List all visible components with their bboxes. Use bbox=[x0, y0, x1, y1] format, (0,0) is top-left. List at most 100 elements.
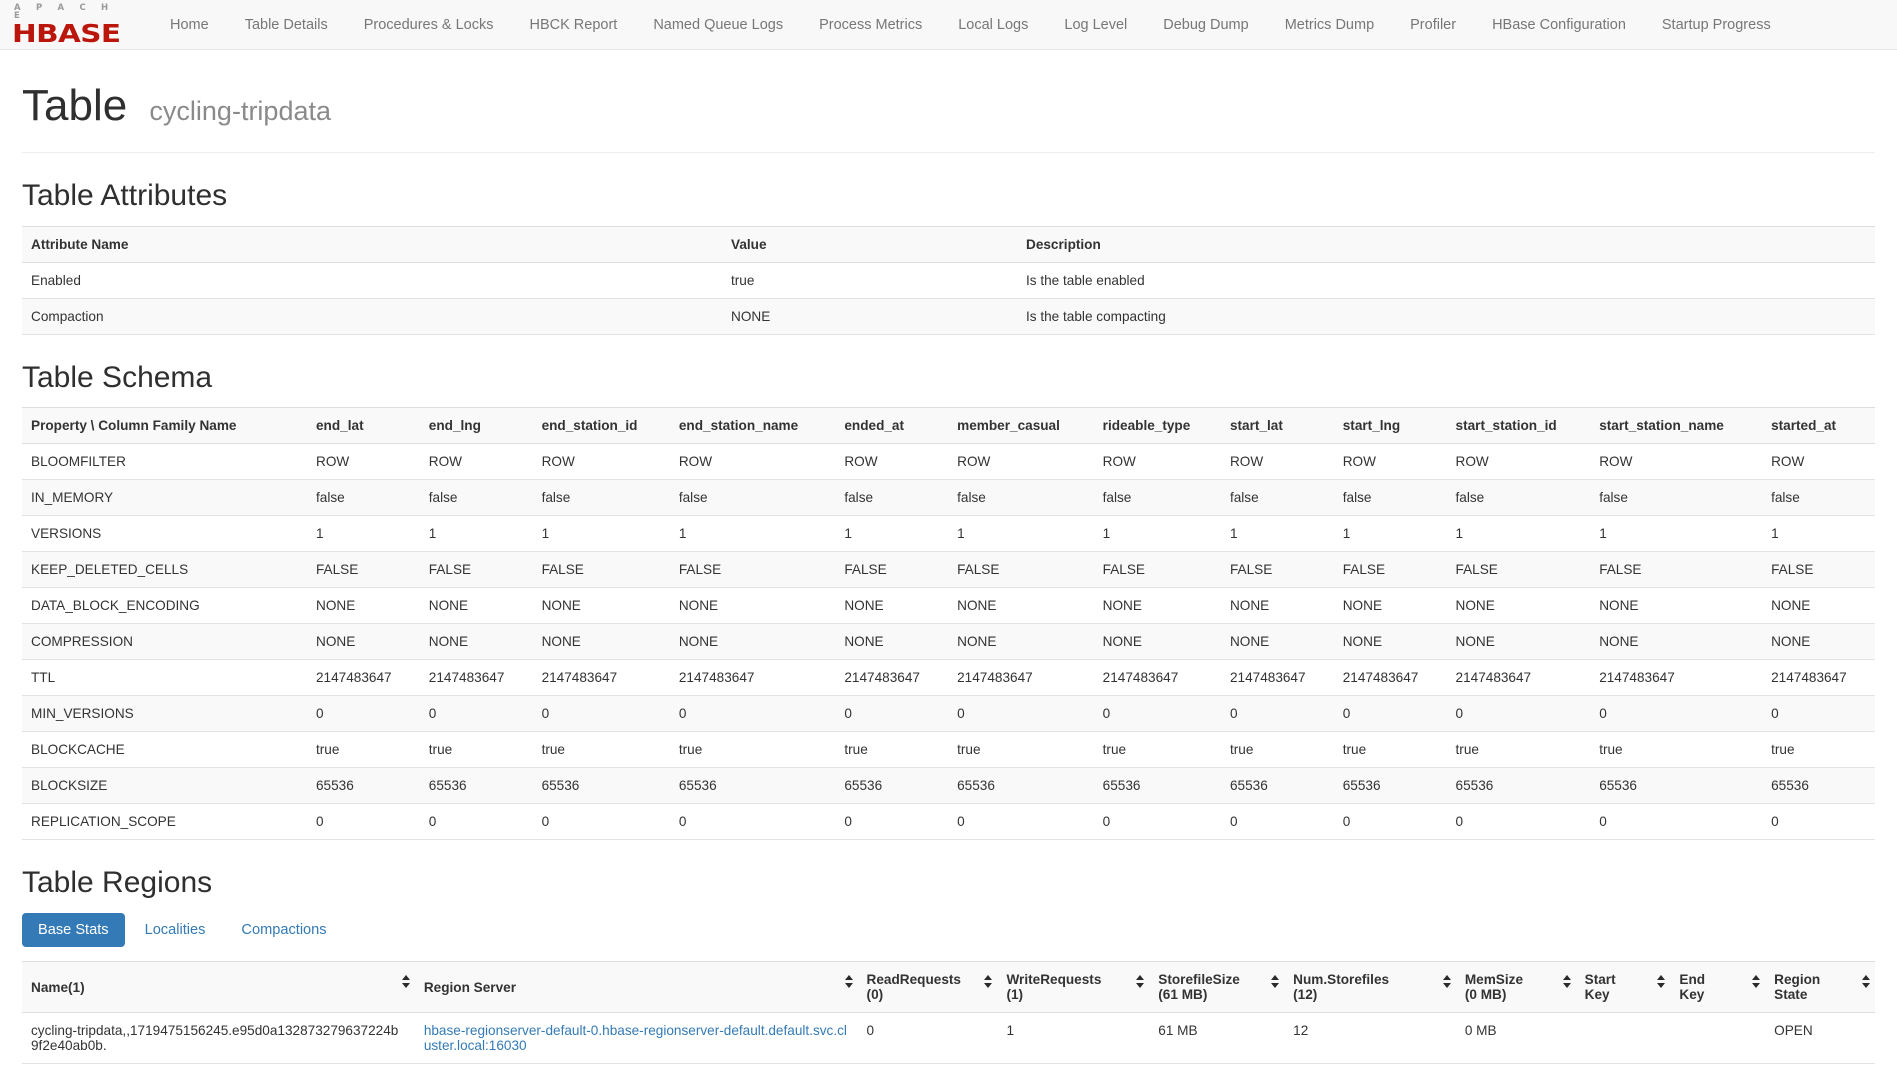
schema-cell: 2147483647 bbox=[948, 660, 1094, 696]
schema-cell: NONE bbox=[1447, 624, 1591, 660]
sort-toggle-icon[interactable] bbox=[1270, 975, 1280, 991]
schema-cell: NONE bbox=[1334, 624, 1447, 660]
schema-cell: true bbox=[1221, 732, 1334, 768]
nav-link-startup-progress[interactable]: Startup Progress bbox=[1644, 0, 1789, 50]
tab-localities[interactable]: Localities bbox=[129, 913, 222, 948]
schema-cell: ROW bbox=[1094, 444, 1221, 480]
schema-property-name: BLOCKCACHE bbox=[22, 732, 307, 768]
sort-toggle-icon[interactable] bbox=[1861, 975, 1871, 991]
schema-cell: ROW bbox=[1221, 444, 1334, 480]
schema-cell: 65536 bbox=[307, 768, 420, 804]
col-mem-size[interactable]: MemSize(0 MB) bbox=[1456, 962, 1576, 1013]
tab-compactions[interactable]: Compactions bbox=[225, 913, 342, 948]
schema-cell: 0 bbox=[1590, 804, 1762, 840]
schema-cell: NONE bbox=[1221, 588, 1334, 624]
table-row: TTL2147483647214748364721474836472147483… bbox=[22, 660, 1875, 696]
schema-cell: 1 bbox=[420, 516, 533, 552]
schema-cell: true bbox=[670, 732, 836, 768]
schema-cell: 2147483647 bbox=[533, 660, 670, 696]
schema-cell: NONE bbox=[420, 588, 533, 624]
col-end-key-label: End bbox=[1679, 972, 1756, 987]
schema-cell: 0 bbox=[307, 804, 420, 840]
col-end-key[interactable]: EndKey bbox=[1670, 962, 1765, 1013]
table-row: DATA_BLOCK_ENCODINGNONENONENONENONENONEN… bbox=[22, 588, 1875, 624]
nav-link-debug-dump[interactable]: Debug Dump bbox=[1145, 0, 1266, 50]
nav-link-metrics-dump[interactable]: Metrics Dump bbox=[1267, 0, 1392, 50]
col-num-storefiles[interactable]: Num.Storefiles(12) bbox=[1284, 962, 1456, 1013]
schema-cell: 2147483647 bbox=[1762, 660, 1875, 696]
nav-link-profiler[interactable]: Profiler bbox=[1392, 0, 1474, 50]
schema-property-name: TTL bbox=[22, 660, 307, 696]
nav-link-log-level[interactable]: Log Level bbox=[1046, 0, 1145, 50]
nav-link-hbck-report[interactable]: HBCK Report bbox=[511, 0, 635, 50]
page-title: Table cycling-tripdata bbox=[22, 82, 1875, 130]
sort-toggle-icon[interactable] bbox=[1751, 975, 1761, 991]
schema-cell: NONE bbox=[1094, 588, 1221, 624]
nav-link-table-details[interactable]: Table Details bbox=[227, 0, 346, 50]
cell-start-key bbox=[1576, 1013, 1671, 1064]
schema-cell: NONE bbox=[1221, 624, 1334, 660]
col-storefile-size[interactable]: StorefileSize(61 MB) bbox=[1149, 962, 1284, 1013]
col-region-server[interactable]: Region Server bbox=[415, 962, 858, 1013]
schema-cell: FALSE bbox=[1762, 552, 1875, 588]
schema-cell: ROW bbox=[670, 444, 836, 480]
schema-cell: true bbox=[1094, 732, 1221, 768]
schema-cell: 65536 bbox=[1447, 768, 1591, 804]
table-attributes-header-row: Attribute Name Value Description bbox=[22, 226, 1875, 262]
schema-cell: 0 bbox=[670, 804, 836, 840]
schema-cell: FALSE bbox=[1094, 552, 1221, 588]
schema-cell: 65536 bbox=[1334, 768, 1447, 804]
col-read-requests[interactable]: ReadRequests(0) bbox=[858, 962, 998, 1013]
navbar-links: Home Table Details Procedures & Locks HB… bbox=[152, 0, 1789, 50]
sort-toggle-icon[interactable] bbox=[1135, 975, 1145, 991]
table-regions-head: Name(1)Region ServerReadRequests(0)Write… bbox=[22, 962, 1875, 1013]
nav-link-home[interactable]: Home bbox=[152, 0, 227, 50]
col-family-end_station_name: end_station_name bbox=[670, 408, 836, 444]
schema-cell: 2147483647 bbox=[1094, 660, 1221, 696]
table-row: REPLICATION_SCOPE000000000000 bbox=[22, 804, 1875, 840]
cell-mem-size: 0 MB bbox=[1456, 1013, 1576, 1064]
nav-link-named-queue-logs[interactable]: Named Queue Logs bbox=[635, 0, 801, 50]
col-storefile-size-label: StorefileSize bbox=[1158, 972, 1275, 987]
col-start-key-label: Start bbox=[1585, 972, 1662, 987]
schema-property-name: KEEP_DELETED_CELLS bbox=[22, 552, 307, 588]
nav-link-procedures-locks[interactable]: Procedures & Locks bbox=[346, 0, 512, 50]
table-schema-heading: Table Schema bbox=[22, 361, 1875, 396]
col-start-key[interactable]: StartKey bbox=[1576, 962, 1671, 1013]
attribute-name: Compaction bbox=[22, 298, 722, 334]
hbase-logo[interactable]: A P A C H E HBASE bbox=[12, 4, 130, 46]
schema-cell: FALSE bbox=[670, 552, 836, 588]
schema-cell: 0 bbox=[420, 804, 533, 840]
col-name[interactable]: Name(1) bbox=[22, 962, 415, 1013]
schema-cell: 1 bbox=[670, 516, 836, 552]
nav-link-hbase-configuration[interactable]: HBase Configuration bbox=[1474, 0, 1644, 50]
col-region-state-sublabel: State bbox=[1774, 987, 1866, 1002]
schema-cell: false bbox=[1221, 480, 1334, 516]
schema-cell: false bbox=[420, 480, 533, 516]
schema-cell: 0 bbox=[1447, 804, 1591, 840]
schema-cell: NONE bbox=[1590, 588, 1762, 624]
nav-link-process-metrics[interactable]: Process Metrics bbox=[801, 0, 940, 50]
sort-toggle-icon[interactable] bbox=[983, 975, 993, 991]
col-write-requests[interactable]: WriteRequests(1) bbox=[997, 962, 1149, 1013]
tab-base-stats[interactable]: Base Stats bbox=[22, 913, 125, 948]
region-server-link[interactable]: hbase-regionserver-default-0.hbase-regio… bbox=[424, 1023, 847, 1053]
schema-cell: ROW bbox=[307, 444, 420, 480]
col-region-state[interactable]: RegionState bbox=[1765, 962, 1875, 1013]
col-num-storefiles-sublabel: (12) bbox=[1293, 987, 1447, 1002]
sort-toggle-icon[interactable] bbox=[1442, 975, 1452, 991]
schema-cell: FALSE bbox=[1334, 552, 1447, 588]
sort-toggle-icon[interactable] bbox=[401, 975, 411, 991]
sort-toggle-icon[interactable] bbox=[844, 975, 854, 991]
nav-link-local-logs[interactable]: Local Logs bbox=[940, 0, 1046, 50]
table-attributes-table: Attribute Name Value Description Enabled… bbox=[22, 226, 1875, 335]
sort-toggle-icon[interactable] bbox=[1656, 975, 1666, 991]
schema-cell: 0 bbox=[1447, 696, 1591, 732]
schema-cell: false bbox=[307, 480, 420, 516]
table-row: BLOCKCACHEtruetruetruetruetruetruetruetr… bbox=[22, 732, 1875, 768]
sort-toggle-icon[interactable] bbox=[1562, 975, 1572, 991]
schema-cell: 0 bbox=[1221, 696, 1334, 732]
schema-cell: 65536 bbox=[1762, 768, 1875, 804]
schema-cell: NONE bbox=[533, 588, 670, 624]
schema-cell: 2147483647 bbox=[1221, 660, 1334, 696]
